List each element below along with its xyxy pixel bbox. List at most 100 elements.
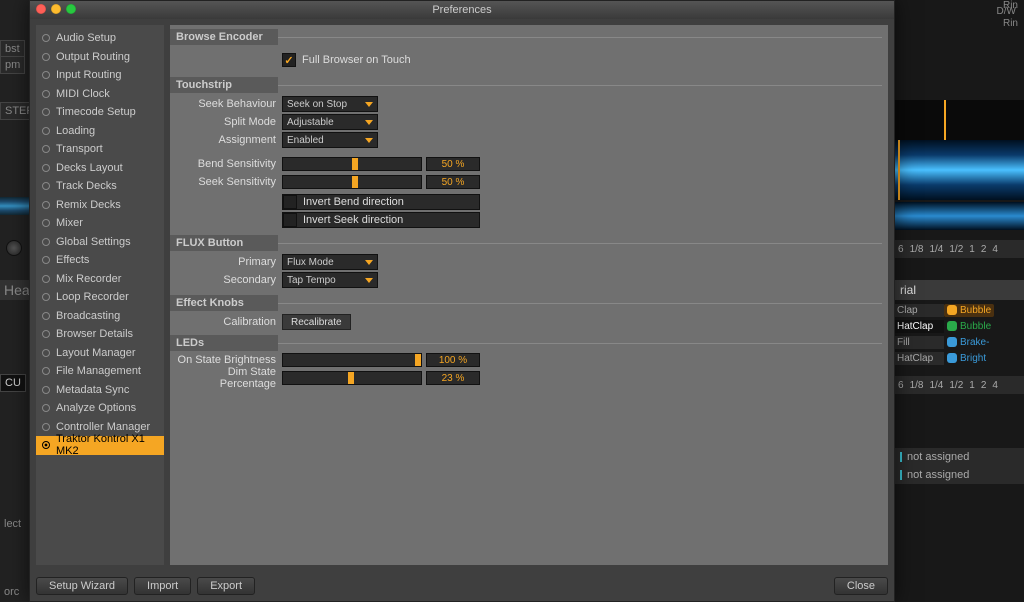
titlebar: Preferences — [30, 1, 894, 19]
export-button[interactable]: Export — [197, 577, 255, 595]
invert-bend-row[interactable]: Invert Bend direction — [282, 194, 480, 210]
seek-behaviour-dropdown[interactable]: Seek on Stop — [282, 96, 378, 112]
sidebar-item-remix-decks[interactable]: Remix Decks — [36, 196, 164, 215]
bg-sample-row: HatClap Bubble — [894, 318, 1024, 334]
sidebar-item-traktor-kontrol-x1-mk2[interactable]: Traktor Kontrol X1 MK2 — [36, 436, 164, 455]
seek-sensitivity-slider[interactable] — [282, 175, 422, 189]
assignment-dropdown[interactable]: Enabled — [282, 132, 378, 148]
bg-marker — [944, 100, 946, 140]
import-button[interactable]: Import — [134, 577, 191, 595]
sidebar-item-timecode-setup[interactable]: Timecode Setup — [36, 103, 164, 122]
radio-icon — [42, 423, 50, 431]
bg-sample-row: HatClap Bright — [894, 350, 1024, 366]
sidebar-item-mixer[interactable]: Mixer — [36, 214, 164, 233]
on-state-brightness-slider[interactable] — [282, 353, 422, 367]
bg-marker — [898, 140, 900, 200]
chevron-down-icon — [365, 278, 373, 283]
bg-waveform — [0, 197, 29, 215]
bg-sample-pill: Brake- — [944, 336, 992, 349]
sidebar-item-label: Input Routing — [56, 69, 121, 81]
preferences-sidebar: Audio Setup Output Routing Input Routing MI… — [36, 25, 164, 565]
sidebar-item-analyze-options[interactable]: Analyze Options — [36, 399, 164, 418]
sidebar-item-effects[interactable]: Effects — [36, 251, 164, 270]
sidebar-item-decks-layout[interactable]: Decks Layout — [36, 159, 164, 178]
sidebar-item-label: Track Decks — [56, 180, 117, 192]
split-mode-dropdown[interactable]: Adjustable — [282, 114, 378, 130]
sidebar-item-file-management[interactable]: File Management — [36, 362, 164, 381]
bg-timebar-val: 1 — [969, 244, 975, 255]
bend-sensitivity-slider[interactable] — [282, 157, 422, 171]
radio-icon — [42, 238, 50, 246]
sidebar-item-label: Audio Setup — [56, 32, 116, 44]
radio-icon — [42, 34, 50, 42]
dialog-footer: Setup Wizard Import Export Close — [30, 571, 894, 601]
sidebar-item-browser-details[interactable]: Browser Details — [36, 325, 164, 344]
bg-timebar-val: 6 — [898, 244, 904, 255]
full-browser-checkbox[interactable] — [282, 53, 296, 67]
bg-text: CU — [0, 374, 26, 392]
minimize-window-icon[interactable] — [51, 4, 61, 14]
sidebar-item-global-settings[interactable]: Global Settings — [36, 233, 164, 252]
radio-icon — [42, 349, 50, 357]
dim-state-percentage-slider[interactable] — [282, 371, 422, 385]
window-controls — [36, 4, 76, 14]
sidebar-item-mix-recorder[interactable]: Mix Recorder — [36, 270, 164, 289]
bg-sample-row: Fill Brake- — [894, 334, 1024, 350]
flux-primary-dropdown[interactable]: Flux Mode — [282, 254, 378, 270]
assignment-label: Assignment — [176, 134, 276, 146]
bg-sample-left: HatClap — [894, 320, 944, 333]
sidebar-item-audio-setup[interactable]: Audio Setup — [36, 29, 164, 48]
invert-seek-row[interactable]: Invert Seek direction — [282, 212, 480, 228]
radio-icon — [42, 441, 50, 449]
bg-timebar-val: 1/4 — [929, 244, 943, 255]
sidebar-item-loop-recorder[interactable]: Loop Recorder — [36, 288, 164, 307]
section-header-effect-knobs: Effect Knobs — [170, 295, 278, 311]
section-header-touchstrip: Touchstrip — [170, 77, 278, 93]
maximize-window-icon[interactable] — [66, 4, 76, 14]
flux-secondary-dropdown[interactable]: Tap Tempo — [282, 272, 378, 288]
sidebar-item-loading[interactable]: Loading — [36, 122, 164, 141]
setup-wizard-button[interactable]: Setup Wizard — [36, 577, 128, 595]
bg-timebar-val: 1 — [969, 380, 975, 391]
invert-bend-checkbox[interactable] — [283, 195, 297, 209]
dim-state-percentage-value: 23 % — [426, 371, 480, 385]
sidebar-item-label: Effects — [56, 254, 89, 266]
bg-sample-left: Clap — [894, 304, 944, 317]
sidebar-item-track-decks[interactable]: Track Decks — [36, 177, 164, 196]
bg-timebar: 6 1/8 1/4 1/2 1 2 4 — [894, 240, 1024, 258]
chevron-down-icon — [365, 120, 373, 125]
sidebar-item-label: Loading — [56, 125, 95, 137]
flux-secondary-label: Secondary — [176, 274, 276, 286]
bg-text: orc — [0, 584, 23, 600]
radio-icon — [42, 71, 50, 79]
sidebar-item-label: Timecode Setup — [56, 106, 136, 118]
recalibrate-button[interactable]: Recalibrate — [282, 314, 351, 330]
radio-icon — [42, 53, 50, 61]
invert-seek-checkbox[interactable] — [283, 213, 297, 227]
on-state-brightness-value: 100 % — [426, 353, 480, 367]
radio-icon — [42, 201, 50, 209]
sidebar-item-broadcasting[interactable]: Broadcasting — [36, 307, 164, 326]
preferences-content: Browse Encoder Full Browser on Touch Tou… — [170, 25, 888, 565]
bg-notassigned-row: not assigned — [894, 448, 1024, 466]
invert-seek-label: Invert Seek direction — [303, 214, 403, 226]
sidebar-item-label: Traktor Kontrol X1 MK2 — [56, 433, 158, 457]
sidebar-item-label: Metadata Sync — [56, 384, 129, 396]
sidebar-item-metadata-sync[interactable]: Metadata Sync — [36, 381, 164, 400]
seek-behaviour-label: Seek Behaviour — [176, 98, 276, 110]
sidebar-item-output-routing[interactable]: Output Routing — [36, 48, 164, 67]
close-window-icon[interactable] — [36, 4, 46, 14]
sidebar-item-transport[interactable]: Transport — [36, 140, 164, 159]
sidebar-item-layout-manager[interactable]: Layout Manager — [36, 344, 164, 363]
sidebar-item-midi-clock[interactable]: MIDI Clock — [36, 85, 164, 104]
bg-waveform — [894, 140, 1024, 200]
bg-timebar: 6 1/8 1/4 1/2 1 2 4 — [894, 376, 1024, 394]
close-button[interactable]: Close — [834, 577, 888, 595]
radio-icon — [42, 108, 50, 116]
radio-icon — [42, 90, 50, 98]
bg-text: lect — [0, 516, 25, 532]
bg-timebar-val: 2 — [981, 380, 987, 391]
dialog-body: Audio Setup Output Routing Input Routing MI… — [30, 19, 894, 571]
sidebar-item-input-routing[interactable]: Input Routing — [36, 66, 164, 85]
radio-icon — [42, 367, 50, 375]
